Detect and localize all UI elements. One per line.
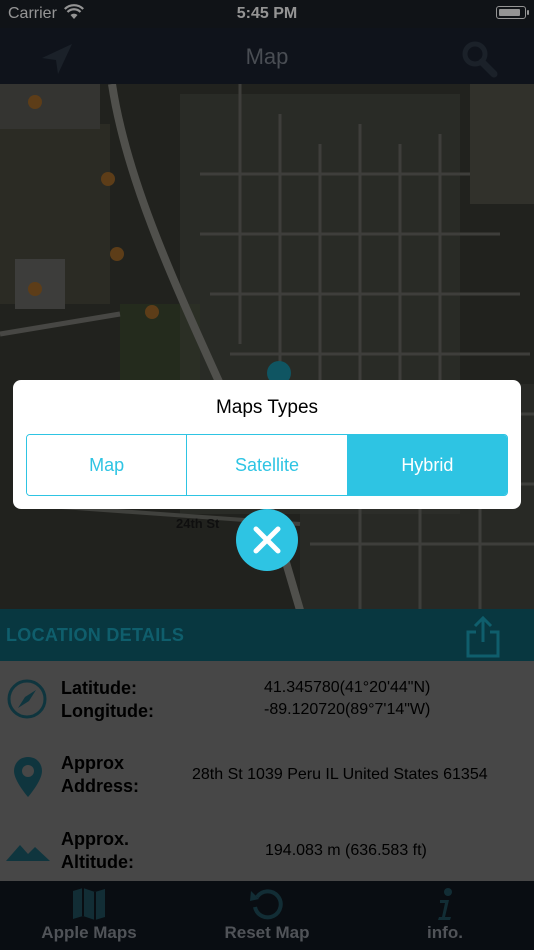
map-type-dialog: Maps Types Map Satellite Hybrid — [13, 380, 521, 509]
map-type-segmented-control: Map Satellite Hybrid — [26, 434, 508, 496]
close-icon — [253, 526, 281, 554]
segment-hybrid[interactable]: Hybrid — [347, 435, 507, 495]
segment-satellite[interactable]: Satellite — [187, 435, 348, 495]
segment-map[interactable]: Map — [27, 435, 188, 495]
close-button[interactable] — [236, 509, 298, 571]
dialog-title: Maps Types — [215, 397, 319, 418]
